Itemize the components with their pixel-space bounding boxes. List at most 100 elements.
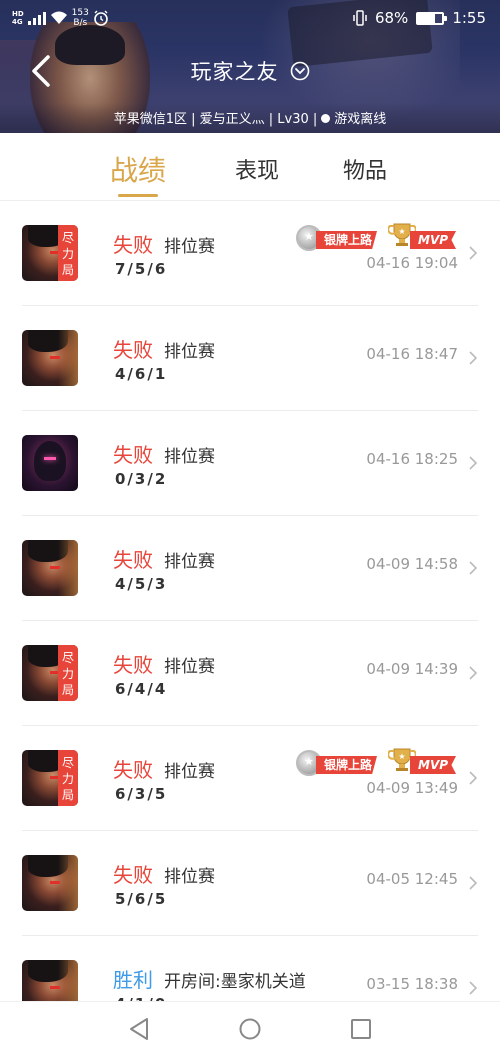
match-mode: 排位赛: [164, 552, 215, 572]
tab-performance[interactable]: 表现: [235, 153, 279, 185]
match-time: 04-16 19:04: [366, 254, 458, 272]
speed-value: 153: [71, 8, 89, 18]
battery-icon: [416, 11, 448, 25]
match-mode: 排位赛: [164, 762, 215, 782]
network-type: HD 4G: [12, 10, 24, 26]
signal-icon: [27, 11, 46, 25]
match-result: 胜利: [113, 968, 153, 992]
hero-eye: [44, 457, 56, 460]
hero-avatar: [22, 435, 78, 491]
chevron-right-icon: [469, 666, 478, 680]
match-row[interactable]: 尽力局 失败排位赛 6/3/5 银牌上路 ★ MVP 04-09 13:49: [0, 726, 500, 831]
match-result: 失败: [113, 548, 153, 572]
silver-medal-badge: 银牌上路: [296, 748, 384, 778]
match-kda: 6/3/5: [115, 785, 168, 803]
medal-label: 银牌上路: [316, 756, 378, 774]
match-row[interactable]: 失败 排位赛 4/6/1 04-16 18:47: [0, 306, 500, 411]
mvp-label: MVP: [410, 756, 457, 774]
chevron-right-icon: [469, 561, 478, 575]
match-row[interactable]: 胜利开房间:墨家机关道4/1/003-15 18:38: [0, 936, 500, 1001]
match-time: 04-09 14:39: [366, 660, 458, 678]
match-kda: 5/6/5: [115, 890, 168, 908]
hero-glow: [58, 960, 78, 1001]
network-gen: 4G: [12, 18, 23, 26]
match-time: 04-16 18:47: [366, 345, 458, 363]
match-time: 03-15 18:38: [366, 975, 458, 993]
chevron-right-icon: [469, 981, 478, 995]
chevron-right-icon: [469, 771, 478, 785]
hero-avatar: [22, 540, 78, 596]
match-mode: 排位赛: [164, 237, 215, 257]
online-status: 游戏离线: [334, 112, 387, 127]
match-kda: 4/6/1: [115, 365, 168, 383]
chevron-down-circle-icon[interactable]: [290, 61, 310, 81]
match-kda: 4/5/3: [115, 575, 168, 593]
match-result: 失败: [113, 233, 153, 257]
chevron-right-icon: [469, 246, 478, 260]
tab-items[interactable]: 物品: [343, 153, 387, 185]
system-nav-bar: [0, 1001, 500, 1055]
status-bar: HD 4G 153 B/s 68% 1:55: [0, 0, 500, 38]
match-time: 04-09 13:49: [366, 779, 458, 797]
match-kda: 7/5/6: [115, 260, 168, 278]
chevron-right-icon: [469, 876, 478, 890]
battery-percent: 68%: [374, 9, 409, 27]
best-effort-badge: 尽力局: [58, 750, 78, 806]
title-area: 玩家之友: [0, 56, 500, 86]
match-mode: 排位赛: [164, 447, 215, 467]
chevron-right-icon: [469, 351, 478, 365]
best-effort-badge: 尽力局: [58, 225, 78, 281]
clock-time: 1:55: [452, 9, 486, 27]
network-hd: HD: [12, 10, 24, 18]
match-row[interactable]: 失败 排位赛 5/6/5 04-05 12:45: [0, 831, 500, 936]
alarm-icon: [94, 10, 108, 26]
silver-medal-badge: 银牌上路: [296, 223, 384, 253]
match-time: 04-09 14:58: [366, 555, 458, 573]
hero-avatar: 尽力局: [22, 645, 78, 701]
mvp-badge: ★ MVP: [388, 746, 458, 780]
hero-hood: [34, 441, 66, 481]
hero-glow: [58, 855, 78, 911]
svg-text:★: ★: [398, 227, 405, 236]
hero-avatar: [22, 855, 78, 911]
tab-active-indicator: [118, 194, 158, 197]
match-row[interactable]: 尽力局 失败排位赛 7/5/6 银牌上路 ★ MVP 04-16 19:04: [0, 201, 500, 306]
best-effort-badge: 尽力局: [58, 645, 78, 701]
mvp-badge: ★ MVP: [388, 221, 458, 255]
match-result: 失败: [113, 338, 153, 362]
offline-dot-icon: [321, 114, 331, 123]
svg-text:★: ★: [398, 752, 405, 761]
match-mode: 排位赛: [164, 342, 215, 362]
player-info: 苹果微信1区 | 爱与正义灬 | Lv30 | 游戏离线: [0, 108, 500, 127]
speed-unit: B/s: [73, 18, 88, 28]
match-time: 04-05 12:45: [366, 870, 458, 888]
match-mode: 开房间:墨家机关道: [164, 972, 306, 992]
match-time: 04-16 18:25: [366, 450, 458, 468]
battery-level: [418, 13, 435, 23]
network-speed: 153 B/s: [72, 8, 89, 28]
hero-avatar: [22, 330, 78, 386]
chevron-right-icon: [469, 456, 478, 470]
match-result: 失败: [113, 653, 153, 677]
page-title[interactable]: 玩家之友: [190, 60, 278, 84]
match-kda: 6/4/4: [115, 680, 168, 698]
match-result: 失败: [113, 758, 153, 782]
nav-back-icon[interactable]: [128, 1017, 150, 1041]
match-result: 失败: [113, 443, 153, 467]
tab-record[interactable]: 战绩: [110, 149, 166, 189]
match-result: 失败: [113, 863, 153, 887]
header-banner: HD 4G 153 B/s 68% 1:55 玩家之友 苹果微信1区 | 爱与正…: [0, 0, 500, 133]
hero-avatar: 尽力局: [22, 750, 78, 806]
match-row[interactable]: 失败 排位赛 0/3/2 04-16 18:25: [0, 411, 500, 516]
nav-home-icon[interactable]: [239, 1018, 261, 1040]
player-server-info: 苹果微信1区 | 爱与正义灬 | Lv30 |: [113, 112, 318, 127]
hero-glow: [58, 540, 78, 596]
medal-label: 银牌上路: [316, 231, 378, 249]
wifi-icon: [50, 11, 67, 24]
match-list[interactable]: 尽力局失败排位赛7/5/6银牌上路★MVP04-16 19:04失败排位赛4/6…: [0, 201, 500, 1001]
match-row[interactable]: 尽力局 失败 排位赛 6/4/4 04-09 14:39: [0, 621, 500, 726]
match-row[interactable]: 失败 排位赛 4/5/3 04-09 14:58: [0, 516, 500, 621]
hero-glow: [58, 330, 78, 386]
vibrate-icon: [353, 10, 367, 26]
nav-recent-apps-icon[interactable]: [351, 1019, 371, 1039]
